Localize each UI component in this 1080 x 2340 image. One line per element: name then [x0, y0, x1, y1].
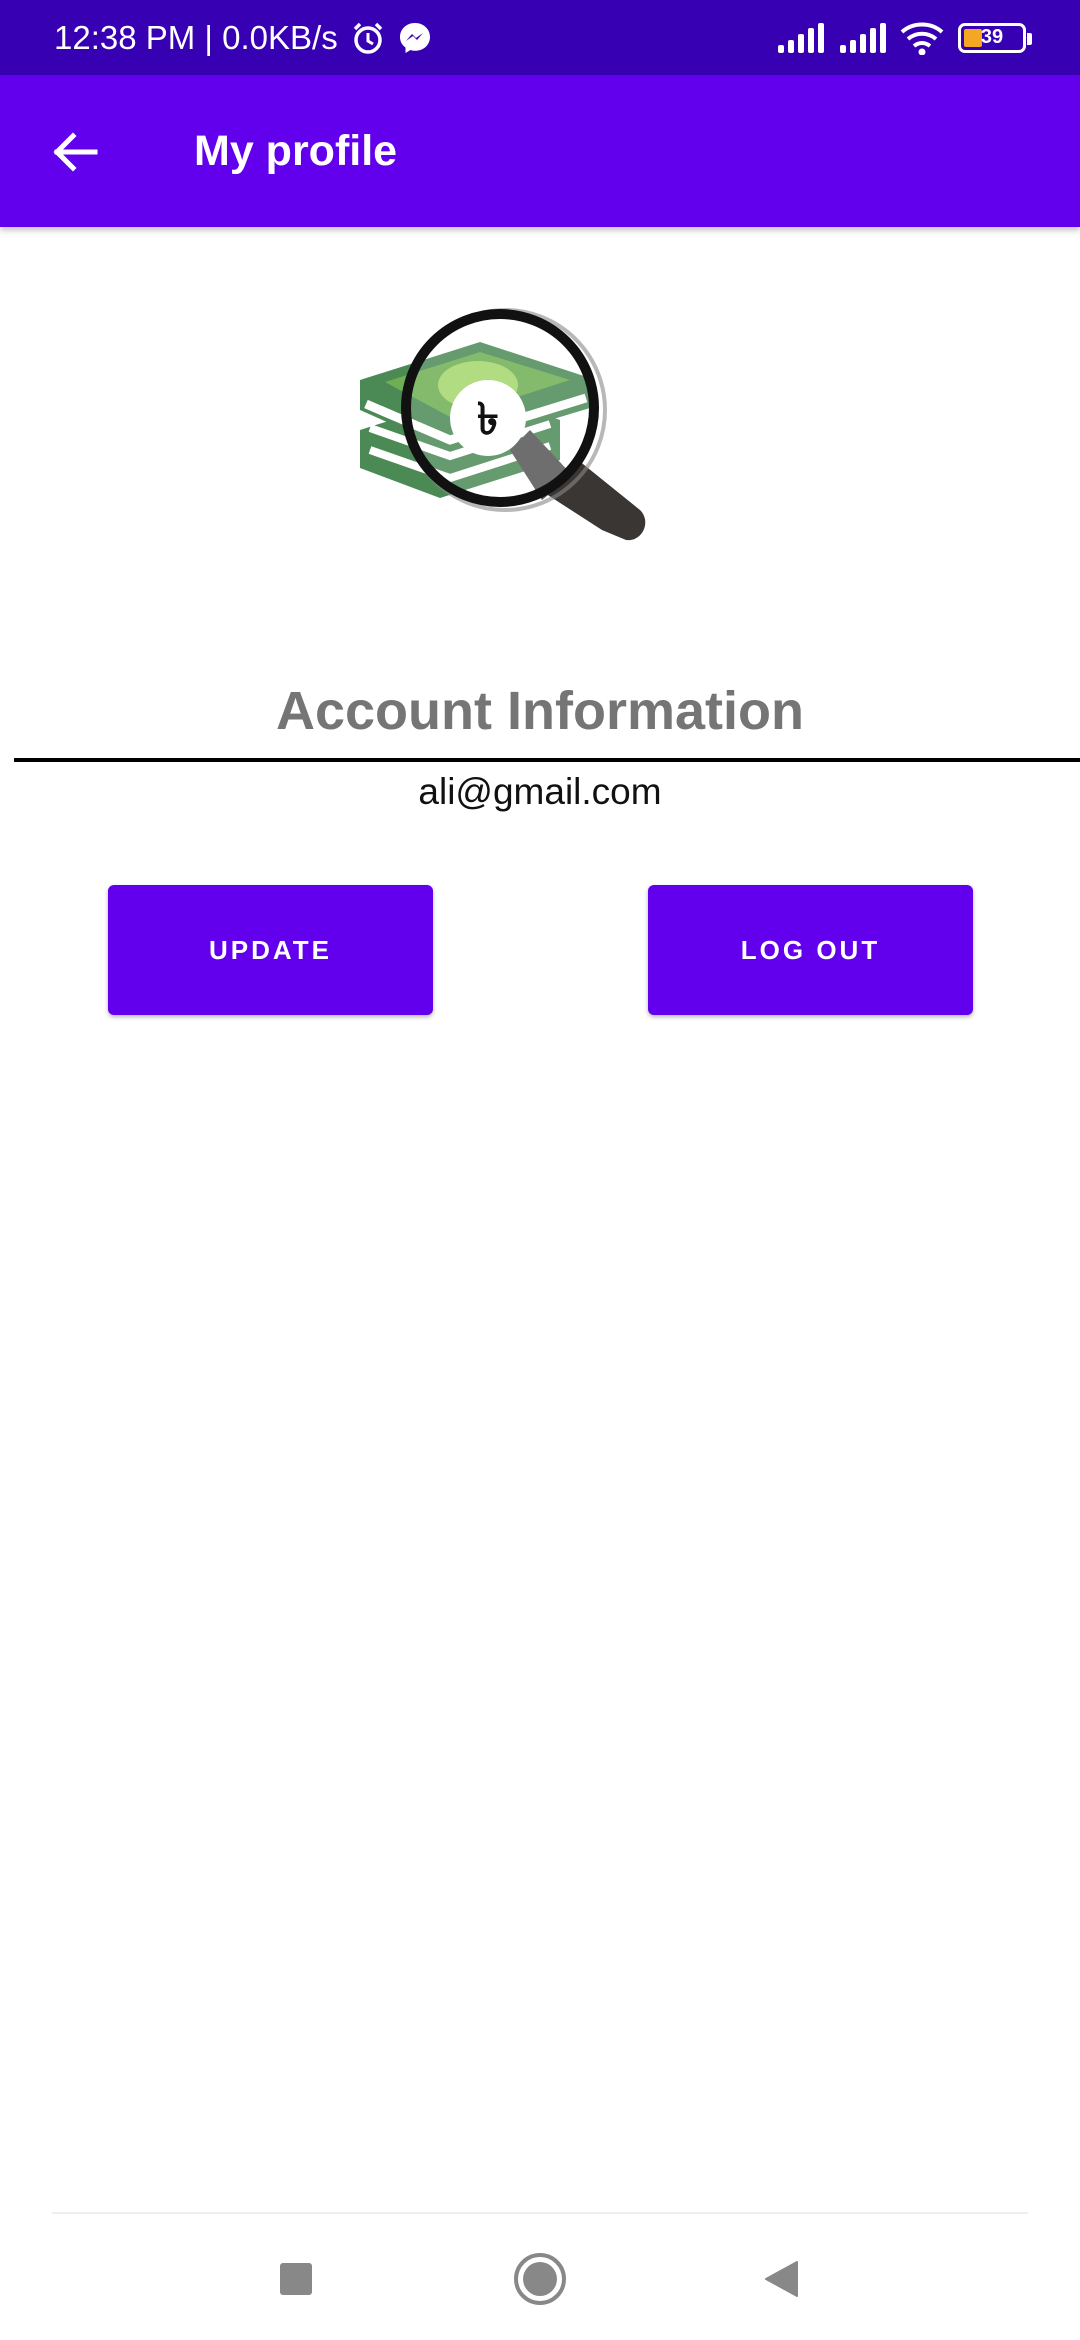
update-button[interactable]: UPDATE	[108, 885, 433, 1015]
page-title: My profile	[194, 127, 398, 175]
status-time: 12:38 PM | 0.0KB/s	[54, 18, 338, 56]
section-title: Account Information	[276, 681, 804, 741]
app-bar: My profile	[0, 75, 1080, 227]
battery-icon: 39	[958, 22, 1032, 53]
status-left: 12:38 PM | 0.0KB/s	[54, 19, 432, 57]
messenger-icon	[399, 22, 430, 53]
battery-level: 39	[980, 26, 1004, 48]
home-icon	[514, 2253, 566, 2305]
recent-apps-icon	[280, 2263, 312, 2295]
logout-button[interactable]: LOG OUT	[648, 885, 973, 1015]
back-nav-button[interactable]	[741, 2244, 821, 2314]
email-text: ali@gmail.com	[418, 771, 662, 812]
status-right: 39	[776, 21, 1032, 55]
arrow-left-icon	[53, 132, 98, 172]
taka-symbol: ৳	[477, 394, 499, 445]
signal-icon	[840, 22, 886, 53]
recent-apps-button[interactable]	[256, 2244, 336, 2314]
back-button[interactable]	[40, 117, 110, 187]
divider	[14, 758, 1080, 762]
navigation-bar	[0, 2214, 1080, 2340]
alarm-icon	[353, 22, 382, 54]
home-button[interactable]	[500, 2244, 580, 2314]
back-icon	[765, 2261, 798, 2297]
money-magnifier-icon: ৳	[340, 300, 740, 610]
signal-icon	[778, 22, 824, 53]
wifi-icon	[900, 22, 944, 55]
status-bar: 12:38 PM | 0.0KB/s 39	[0, 0, 1080, 75]
